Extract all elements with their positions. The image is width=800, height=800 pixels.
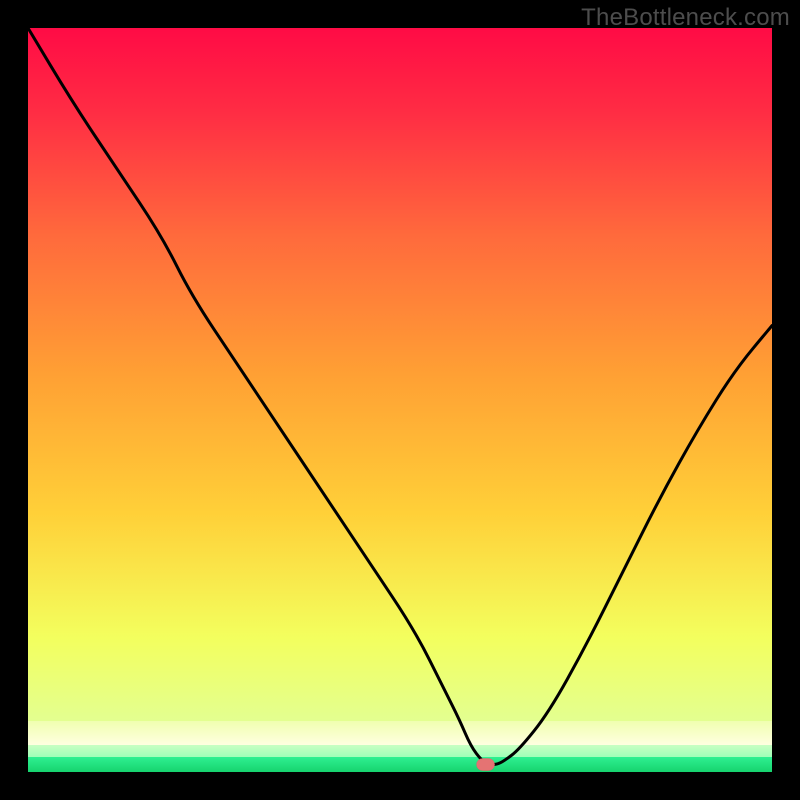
optimum-marker xyxy=(477,759,495,771)
watermark-label: TheBottleneck.com xyxy=(581,4,790,32)
plot-area xyxy=(28,28,772,772)
bottleneck-curve-plot xyxy=(28,28,772,772)
bg-band-green xyxy=(28,757,772,772)
chart-container: TheBottleneck.com xyxy=(0,0,800,800)
bg-gradient-main xyxy=(28,28,772,721)
bg-band-paleyellow xyxy=(28,721,772,745)
bg-band-lightgreen xyxy=(28,745,772,757)
